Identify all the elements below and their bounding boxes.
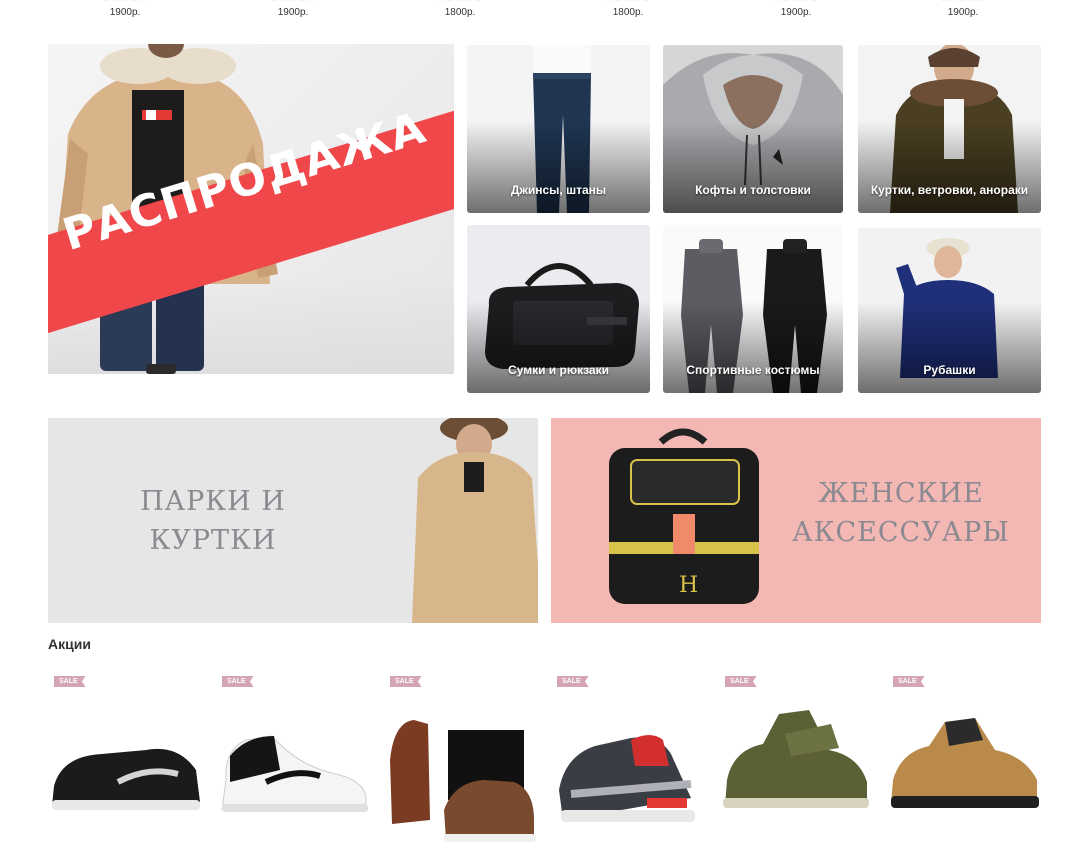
product-card[interactable]: SALE — [216, 670, 370, 866]
price-label: 1900р. — [277, 7, 309, 18]
rating-stars: ★★★★★ — [410, 0, 510, 3]
sneaker-image — [221, 735, 368, 812]
category-tile-bags[interactable]: Сумки и рюкзаки — [467, 225, 650, 393]
product-card[interactable]: SALE — [887, 670, 1041, 866]
shoe-box-image — [390, 720, 536, 842]
product-card[interactable]: SALE — [384, 670, 538, 866]
sneaker-image — [52, 748, 200, 810]
sale-banner[interactable]: РАСПРОДАЖА — [48, 44, 454, 374]
product-price-item[interactable]: ★★★★★ 1900р. — [746, 0, 846, 18]
sale-badge: SALE — [893, 676, 925, 687]
category-label: Джинсы, штаны — [510, 183, 607, 197]
rating-stars: ★★★★★ — [75, 0, 175, 3]
sneaker-boot-image — [723, 710, 869, 808]
banner-title: ПАРКИ И КУРТКИ — [140, 486, 286, 556]
price-label: 1900р. — [947, 7, 979, 18]
sale-badge: SALE — [725, 676, 757, 687]
svg-text:H: H — [679, 573, 698, 598]
backpack-image: H — [609, 428, 759, 604]
category-tile-jackets[interactable]: Куртки, ветровки, анораки — [858, 45, 1041, 213]
rating-stars: ★★★★★ — [746, 0, 846, 3]
category-label: Куртки, ветровки, анораки — [870, 183, 1029, 197]
category-label: Спортивные костюмы — [686, 363, 820, 377]
sale-badge: SALE — [557, 676, 589, 687]
sale-badge: SALE — [390, 676, 422, 687]
product-card[interactable]: SALE — [719, 670, 873, 866]
category-tile-tracksuits[interactable]: Спортивные костюмы — [663, 225, 843, 393]
product-card[interactable]: SALE — [48, 670, 202, 866]
product-price-item[interactable]: ★★★★★ 1800р. — [578, 0, 678, 18]
rating-stars: ★★★★★ — [243, 0, 343, 3]
sale-badge: SALE — [54, 676, 86, 687]
category-tile-hoodies[interactable]: Кофты и толстовки — [663, 45, 843, 213]
product-price-item[interactable]: ★★★★★ 1900р. — [243, 0, 343, 18]
category-label: Сумки и рюкзаки — [508, 363, 609, 377]
product-card[interactable]: SALE — [551, 670, 705, 866]
price-label: 1800р. — [612, 7, 644, 18]
price-label: 1800р. — [444, 7, 476, 18]
product-price-item[interactable]: ★★★★★ 1900р. — [75, 0, 175, 18]
promo-section-title: Акции — [48, 636, 91, 652]
product-price-item[interactable]: ★★★★★ 1900р. — [913, 0, 1013, 18]
product-price-item[interactable]: ★★★★★ 1800р. — [410, 0, 510, 18]
banner-parkas-jackets[interactable]: ПАРКИ И КУРТКИ — [48, 418, 538, 623]
category-tile-shirts[interactable]: Рубашки — [858, 228, 1041, 393]
top-price-strip: ★★★★★ 1900р. ★★★★★ 1900р. ★★★★★ 1800р. ★… — [0, 0, 1084, 22]
price-label: 1900р. — [780, 7, 812, 18]
category-label: Рубашки — [923, 363, 976, 377]
category-tile-jeans[interactable]: Джинсы, штаны — [467, 45, 650, 213]
rating-stars: ★★★★★ — [913, 0, 1013, 3]
category-label: Кофты и толстовки — [695, 183, 811, 197]
sneaker-image — [559, 735, 695, 822]
banner-womens-accessories[interactable]: H ЖЕНСКИЕ АКСЕССУАРЫ — [551, 418, 1041, 623]
rating-stars: ★★★★★ — [578, 0, 678, 3]
banner-title: ЖЕНСКИЕ АКСЕССУАРЫ — [792, 478, 1010, 548]
price-label: 1900р. — [109, 7, 141, 18]
sale-badge: SALE — [222, 676, 254, 687]
parka-image — [412, 418, 538, 623]
sneaker-boot-image — [891, 718, 1039, 808]
